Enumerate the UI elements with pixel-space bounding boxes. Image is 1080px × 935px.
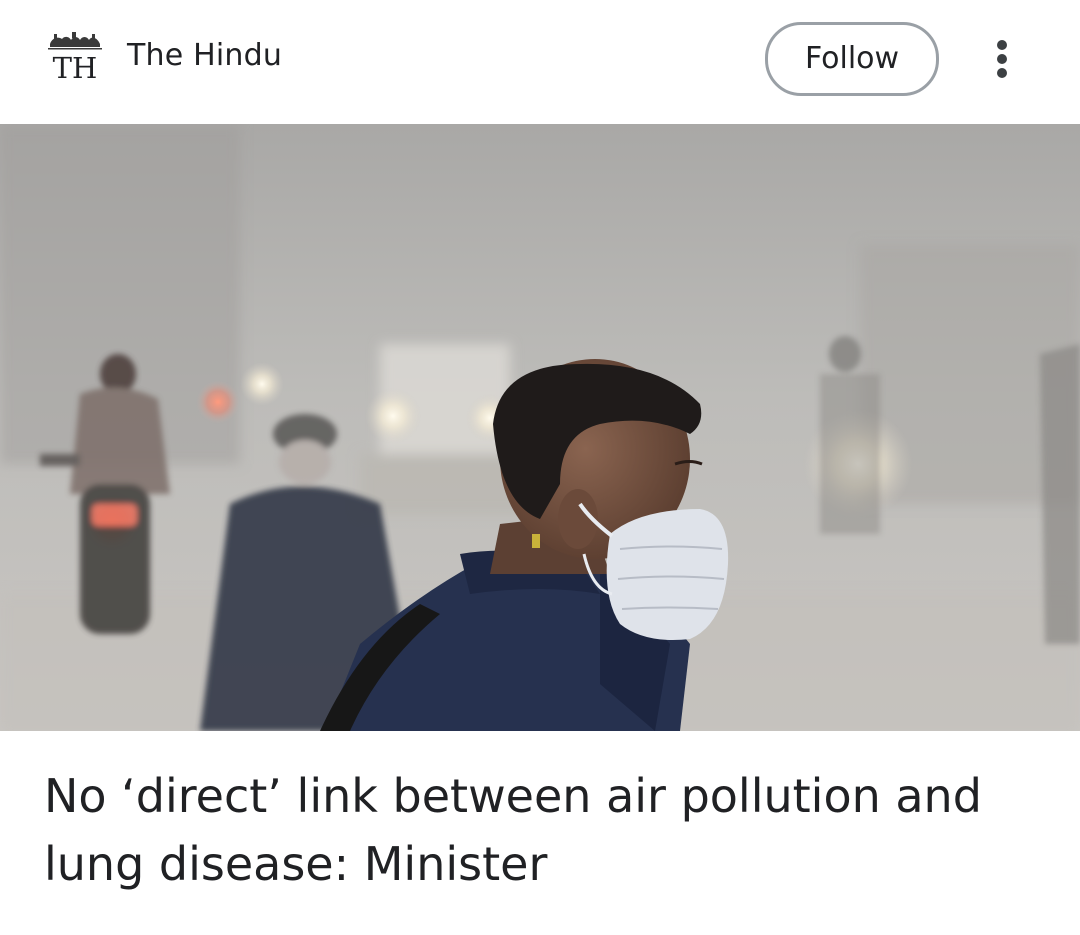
article-image[interactable] [0, 124, 1080, 734]
article-headline[interactable]: No ‘direct’ link between air pollution a… [44, 762, 1044, 898]
more-vert-icon[interactable] [983, 34, 1023, 82]
follow-button[interactable]: Follow [765, 22, 939, 96]
news-card: TH The Hindu Follow No ‘direct’ link bet… [0, 0, 1080, 935]
card-header: TH The Hindu Follow [0, 0, 1080, 124]
publisher-name[interactable]: The Hindu [127, 38, 282, 73]
publisher-logo: TH [44, 30, 106, 88]
svg-text:TH: TH [53, 51, 98, 85]
